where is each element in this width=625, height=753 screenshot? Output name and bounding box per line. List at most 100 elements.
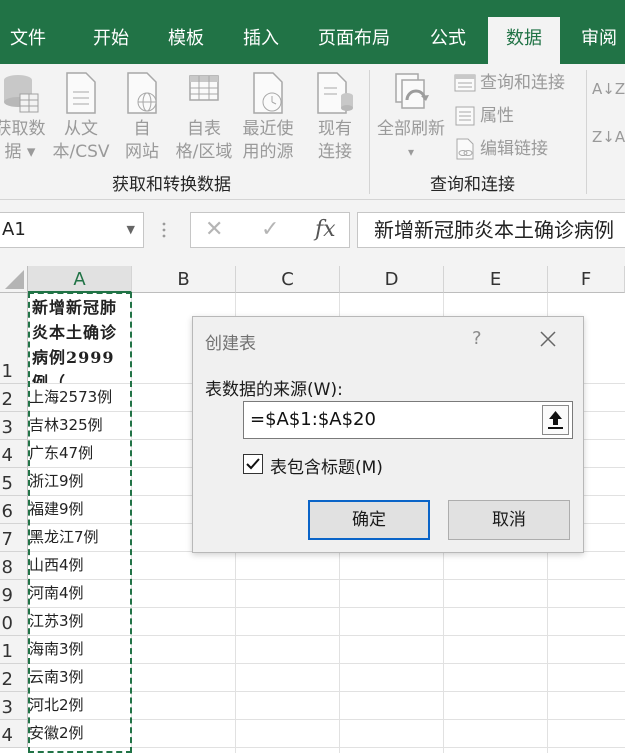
source-range-input[interactable]: =$A$1:$A$20 [243, 401, 573, 439]
row-header-14[interactable]: 14 [0, 720, 28, 748]
collapse-dialog-button[interactable] [542, 405, 569, 435]
row-header-5[interactable]: 5 [0, 468, 28, 496]
get-data-button[interactable]: 获取数 据 ▾ [0, 70, 48, 164]
row-number: 7 [1, 529, 13, 550]
properties-icon [455, 106, 475, 126]
cell-a7[interactable]: 黑龙江7例 [29, 524, 131, 551]
select-all-corner[interactable] [0, 266, 28, 293]
cell-a10[interactable]: 江苏3例 [29, 608, 131, 635]
existing-connections-button[interactable]: 现有 连接 [308, 70, 362, 164]
row-header-9[interactable]: 9 [0, 580, 28, 608]
row-number: 5 [1, 473, 13, 494]
close-icon[interactable] [538, 329, 558, 349]
name-box[interactable]: A1 ▼ [0, 212, 144, 248]
recent-sources-button[interactable]: 最近使 用的源 [238, 70, 298, 164]
dialog-title: 创建表 [205, 334, 256, 354]
sort-ascending-icon: A↓Z [592, 80, 625, 98]
cell-a13[interactable]: 河北2例 [29, 692, 131, 719]
row-header-2[interactable]: 2 [0, 384, 28, 412]
tab-data[interactable]: 数据 [488, 17, 560, 64]
tab-page-layout[interactable]: 页面布局 [318, 17, 390, 64]
check-icon [246, 458, 260, 470]
help-button[interactable]: ? [472, 328, 482, 349]
database-icon [4, 75, 39, 113]
ribbon-data: 获取数 据 ▾ 从文 本/CSV 自 网站 自表 格/区域 最近使 用的源 现有… [0, 64, 625, 200]
create-table-dialog: 创建表 ? 表数据的来源(W): =$A$1:$A$20 表包含标题(M) 确定… [192, 316, 584, 553]
queries-connections-button[interactable]: 查询和连接 [454, 70, 565, 96]
row-header-3[interactable]: 3 [0, 412, 28, 440]
row-number: 11 [0, 641, 13, 662]
tab-formulas[interactable]: 公式 [430, 17, 466, 64]
existing-connections-label-1: 现有 [318, 119, 352, 139]
cancel-button[interactable]: 取消 [448, 500, 570, 540]
from-text-label-1: 从文 [64, 119, 98, 139]
cell-a2[interactable]: 上海2573例 [29, 384, 131, 411]
enter-icon[interactable]: ✓ [261, 217, 279, 242]
cell-a14[interactable]: 安徽2例 [29, 720, 131, 747]
row-number: 8 [1, 557, 13, 578]
from-text-csv-button[interactable]: 从文 本/CSV [48, 70, 114, 164]
edit-links-button[interactable]: 编辑链接 [454, 136, 548, 162]
has-headers-label[interactable]: 表包含标题(M) [270, 453, 383, 478]
column-header-d[interactable]: D [340, 266, 444, 293]
insert-function-icon[interactable]: fx [315, 217, 336, 242]
from-web-button[interactable]: 自 网站 [118, 70, 166, 164]
row-number: 14 [0, 725, 13, 746]
from-table-label-2: 格/区域 [175, 142, 233, 162]
group-separator [369, 70, 370, 194]
from-table-label-1: 自表 [187, 119, 221, 139]
row-header-4[interactable]: 4 [0, 440, 28, 468]
from-table-range-button[interactable]: 自表 格/区域 [170, 70, 238, 164]
sort-ascending-button[interactable]: A↓Z [592, 76, 625, 102]
existing-connections-label-2: 连接 [318, 142, 352, 162]
cell-a12[interactable]: 云南3例 [29, 664, 131, 691]
web-file-icon [127, 72, 157, 114]
tab-home[interactable]: 开始 [93, 17, 129, 64]
select-all-triangle-icon [5, 270, 24, 289]
cell-a6[interactable]: 福建9例 [29, 496, 131, 523]
column-header-f[interactable]: F [548, 266, 625, 293]
cell-a8[interactable]: 山西4例 [29, 552, 131, 579]
refresh-all-button[interactable]: 全部刷新 ▾ [372, 70, 450, 164]
formula-input[interactable]: 新增新冠肺炎本土确诊病例 [357, 212, 625, 248]
text-file-icon [66, 72, 96, 114]
tab-review[interactable]: 审阅 [581, 17, 617, 64]
row-number: 12 [0, 669, 13, 690]
row-header-8[interactable]: 8 [0, 552, 28, 580]
tab-file[interactable]: 文件 [10, 17, 46, 64]
gridline [28, 747, 625, 748]
column-header-c[interactable]: C [236, 266, 340, 293]
cell-a1[interactable]: 新增新冠肺炎本土确诊病例2999例（ [29, 293, 131, 383]
cell-a3[interactable]: 吉林325例 [29, 412, 131, 439]
formula-buttons: ✕ ✓ fx [190, 212, 350, 248]
tab-insert[interactable]: 插入 [243, 17, 279, 64]
row-header-1[interactable]: 1 [0, 293, 28, 384]
cell-a5[interactable]: 浙江9例 [29, 468, 131, 495]
cell-a11[interactable]: 海南3例 [29, 636, 131, 663]
row-header-10[interactable]: 10 [0, 608, 28, 636]
sort-descending-button[interactable]: Z↓A [592, 124, 625, 150]
ribbon-tab-bar: 文件 开始 模板 插入 页面布局 公式 数据 审阅 [0, 0, 625, 64]
group-separator [586, 70, 587, 194]
column-header-a[interactable]: A [28, 266, 132, 293]
tab-templates[interactable]: 模板 [168, 17, 204, 64]
more-options-icon[interactable] [162, 222, 166, 238]
row-header-11[interactable]: 11 [0, 636, 28, 664]
cell-a9[interactable]: 河南4例 [29, 580, 131, 607]
column-header-e[interactable]: E [444, 266, 548, 293]
has-headers-checkbox[interactable] [243, 454, 263, 474]
edit-links-label: 编辑链接 [480, 139, 548, 159]
row-header-7[interactable]: 7 [0, 524, 28, 552]
row-header-12[interactable]: 12 [0, 664, 28, 692]
cell-a4[interactable]: 广东47例 [29, 440, 131, 467]
row-number: 10 [0, 613, 13, 634]
row-number: 2 [1, 389, 13, 410]
row-header-13[interactable]: 13 [0, 692, 28, 720]
column-header-b[interactable]: B [132, 266, 236, 293]
ok-button[interactable]: 确定 [308, 500, 430, 540]
chevron-down-icon[interactable]: ▼ [127, 213, 135, 247]
properties-button[interactable]: 属性 [454, 103, 514, 129]
queries-label: 查询和连接 [480, 73, 565, 93]
row-header-6[interactable]: 6 [0, 496, 28, 524]
cancel-icon[interactable]: ✕ [205, 217, 223, 242]
